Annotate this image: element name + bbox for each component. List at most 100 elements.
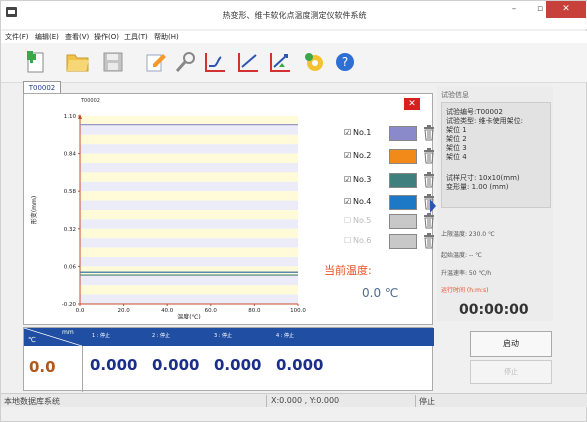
heating-rate: 升温速率: 50 ℃/h (441, 270, 492, 277)
menu-help[interactable]: 帮助(H) (154, 32, 179, 42)
unit-mm: mm (62, 329, 74, 336)
divider (82, 346, 83, 392)
legend-label-4: No.4 (353, 197, 372, 206)
runtime-value: 00:00:00 (459, 302, 529, 318)
collapse-arrow-icon[interactable] (430, 199, 436, 213)
legend-checkbox-3[interactable]: ☑ (344, 175, 351, 184)
x-tick-label: 40.0 (161, 308, 174, 314)
svg-text:?: ? (342, 55, 348, 69)
info-box: 试验编号:T00002 试验类型: 维卡使用架位: 架位 1 架位 2 架位 3… (441, 102, 551, 208)
menu-edit[interactable]: 编辑(E) (35, 32, 59, 42)
status-coords: X:0.000 , Y:0.000 (271, 396, 340, 405)
menu-bar: 文件(F) 编辑(E) 查看(V) 操作(O) 工具(T) 帮助(H) (1, 31, 587, 43)
toolbar: ? (1, 43, 587, 83)
channel-label-1: 1 : 停止 (92, 333, 111, 339)
edit-icon[interactable] (141, 47, 171, 77)
plot-band (80, 219, 298, 229)
trash-icon[interactable] (423, 172, 435, 188)
chart-curve-3-icon[interactable] (265, 47, 295, 77)
menu-operate[interactable]: 操作(O) (94, 32, 119, 42)
search-icon[interactable] (171, 47, 201, 77)
chart-curve-1-icon[interactable] (200, 47, 230, 77)
legend-checkbox-2[interactable]: ☑ (344, 151, 351, 160)
y-tick-label: 0.32 (64, 227, 76, 233)
channel-label-4: 4 : 停止 (276, 333, 295, 339)
channel-label-3: 3 : 停止 (214, 333, 233, 339)
legend-checkbox-6[interactable]: ☐ (344, 236, 351, 245)
open-folder-icon[interactable] (63, 47, 93, 77)
y-tick-label: -0.20 (62, 302, 77, 308)
start-button[interactable]: 启动 (470, 331, 552, 357)
legend-color-swatch-2[interactable] (389, 149, 417, 164)
close-button[interactable]: ✕ (546, 1, 586, 18)
status-state: 停止 (419, 397, 435, 406)
plot-band (80, 275, 298, 286)
plot-band (80, 125, 298, 135)
y-tick-label: 1.10 (64, 114, 77, 120)
legend-checkbox-5[interactable]: ☐ (344, 216, 351, 225)
current-temp-value: 0.0 ℃ (362, 286, 399, 300)
plot-band (80, 210, 298, 220)
plot-band (80, 238, 298, 248)
plot-band (80, 247, 298, 257)
info-line-deform: 变形量: 1.00 (mm) (446, 183, 509, 191)
chart-panel: T00002 ✕ -0.20 0.06 0.32 0.58 0.84 1.10 0.0 20.… (23, 93, 435, 325)
unit-celsius: ℃ (28, 336, 36, 344)
legend-checkbox-4[interactable]: ☑ (344, 197, 351, 206)
save-icon[interactable] (98, 47, 128, 77)
legend-row-5: ☐ No.5 (344, 213, 435, 230)
deform-value-2: 0.000 (152, 356, 200, 374)
legend-label-5: No.5 (353, 216, 372, 225)
current-temp-label: 当前温度: (324, 264, 372, 277)
settings-icon[interactable] (299, 47, 329, 77)
status-separator (415, 395, 416, 407)
temp-reading: 0.0 (29, 358, 56, 376)
x-tick-label: 80.0 (248, 308, 261, 314)
trash-icon[interactable] (423, 213, 435, 229)
plot-band (80, 181, 298, 192)
legend-row-2: ☑ No.2 (344, 148, 435, 165)
menu-file[interactable]: 文件(F) (5, 32, 29, 42)
legend-label-6: No.6 (353, 236, 372, 245)
plot-band (80, 163, 298, 173)
plot-band (80, 294, 298, 304)
trash-icon[interactable] (423, 148, 435, 164)
plot-band (80, 285, 298, 295)
chart-curve-2-icon[interactable] (233, 47, 263, 77)
info-panel: 试验信息 试验编号:T00002 试验类型: 维卡使用架位: 架位 1 架位 2… (437, 86, 553, 321)
deformation-plot: -0.20 0.06 0.32 0.58 0.84 1.10 0.0 20.0 40.0 60.0… (30, 114, 306, 319)
plot-band (80, 228, 298, 239)
x-axis-label: 温度(℃) (177, 313, 200, 319)
plot-band (80, 191, 298, 201)
plot-band (80, 134, 298, 145)
plot-band (80, 172, 298, 182)
deform-value-3: 0.000 (214, 356, 262, 374)
stop-button[interactable]: 停止 (470, 360, 552, 384)
legend-color-swatch-1[interactable] (389, 126, 417, 141)
minimize-button[interactable]: – (501, 1, 527, 18)
legend-label-3: No.3 (353, 175, 372, 184)
legend-checkbox-1[interactable]: ☑ (344, 128, 351, 137)
help-icon[interactable]: ? (330, 47, 360, 77)
close-chart-button[interactable]: ✕ (404, 98, 420, 110)
legend-color-swatch-3[interactable] (389, 173, 417, 188)
deform-value-4: 0.000 (276, 356, 324, 374)
status-db: 本地数据库系统 (4, 397, 60, 406)
main-window: 热变形、维卡软化点温度测定仪软件系统 – ▫ ✕ 文件(F) 编辑(E) 查看(… (0, 0, 587, 422)
legend-color-swatch-6[interactable] (389, 234, 417, 249)
status-separator (266, 395, 267, 407)
window-title: 热变形、维卡软化点温度测定仪软件系统 (222, 11, 367, 20)
plot-band (80, 257, 298, 267)
x-tick-label: 20.0 (117, 308, 130, 314)
legend-color-swatch-5[interactable] (389, 214, 417, 229)
legend-row-6: ☐ No.6 (344, 233, 435, 250)
trash-icon[interactable] (423, 233, 435, 249)
menu-view[interactable]: 查看(V) (65, 32, 89, 42)
new-icon[interactable] (21, 47, 51, 77)
legend-row-3: ☑ No.3 (344, 172, 435, 189)
legend-color-swatch-4[interactable] (389, 195, 417, 210)
trash-icon[interactable] (423, 125, 435, 141)
plot-band (80, 153, 298, 163)
menu-tools[interactable]: 工具(T) (124, 32, 148, 42)
x-tick-label: 60.0 (205, 308, 218, 314)
